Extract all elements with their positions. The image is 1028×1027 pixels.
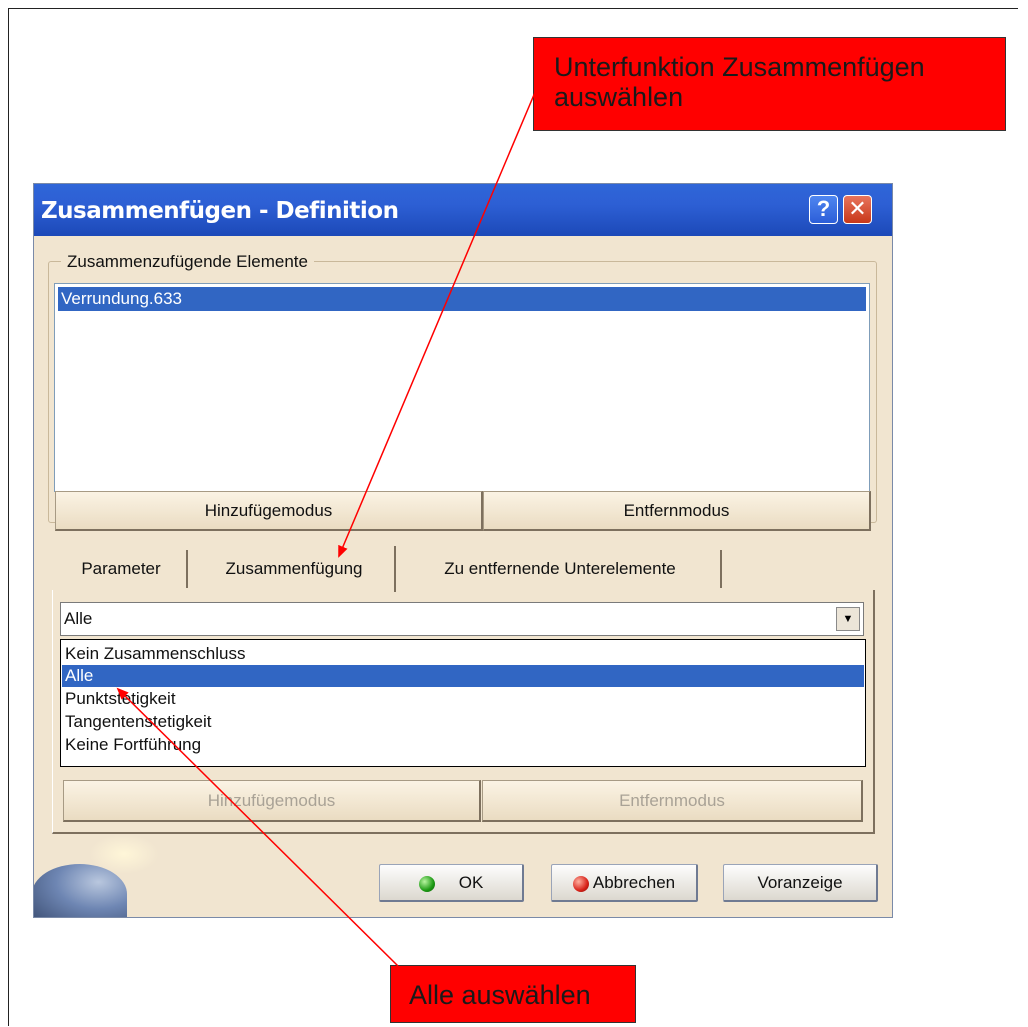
cancel-label: Abbrechen xyxy=(592,873,676,892)
merge-mode-combo[interactable]: Alle ▼ xyxy=(60,602,864,636)
ok-button[interactable]: OK xyxy=(379,864,524,902)
tab-merge[interactable]: Zusammenfügung xyxy=(194,542,394,592)
tab-divider xyxy=(720,550,722,588)
elements-listbox[interactable]: Verrundung.633 xyxy=(54,283,870,492)
merge-definition-dialog: Zusammenfügen - Definition ? ✕ Zusammenz… xyxy=(33,183,893,918)
combo-value: Alle xyxy=(64,609,93,628)
option-tangent-continuity[interactable]: Tangentenstetigkeit xyxy=(62,711,864,733)
option-no-continuation[interactable]: Keine Fortführung xyxy=(62,734,864,756)
tab-divider xyxy=(394,546,396,592)
add-mode-button-disabled: Hinzufügemodus xyxy=(63,780,481,822)
help-button[interactable]: ? xyxy=(809,195,838,224)
remove-mode-button-disabled: Entfernmodus xyxy=(482,780,863,822)
option-no-merge[interactable]: Kein Zusammenschluss xyxy=(62,643,864,665)
green-ball-icon xyxy=(418,875,435,892)
red-ball-icon xyxy=(572,875,589,892)
chevron-down-icon[interactable]: ▼ xyxy=(836,607,860,631)
remove-mode-button[interactable]: Entfernmodus xyxy=(483,491,871,531)
close-button[interactable]: ✕ xyxy=(843,195,872,224)
bottom-callout: Alle auswählen xyxy=(390,965,636,1023)
tab-divider xyxy=(186,550,188,588)
dialog-title: Zusammenfügen - Definition xyxy=(41,198,399,224)
ok-label: OK xyxy=(458,873,484,892)
cancel-button[interactable]: Abbrechen xyxy=(551,864,698,902)
list-item[interactable]: Verrundung.633 xyxy=(58,287,866,311)
option-all[interactable]: Alle xyxy=(62,665,864,687)
add-mode-button[interactable]: Hinzufügemodus xyxy=(55,491,483,531)
catia-logo xyxy=(34,864,127,917)
tab-remove-subelements[interactable]: Zu entfernende Unterelemente xyxy=(400,546,720,592)
elements-group-label: Zusammenzufügende Elemente xyxy=(61,252,314,272)
preview-button[interactable]: Voranzeige xyxy=(723,864,878,902)
top-callout: Unterfunktion Zusammenfügen auswählen xyxy=(533,37,1006,131)
dialog-titlebar[interactable]: Zusammenfügen - Definition ? ✕ xyxy=(34,184,892,236)
merge-mode-dropdown: Kein Zusammenschluss Alle Punktstetigkei… xyxy=(60,639,866,767)
option-point-continuity[interactable]: Punktstetigkeit xyxy=(62,688,864,710)
tab-parameter[interactable]: Parameter xyxy=(62,546,180,592)
